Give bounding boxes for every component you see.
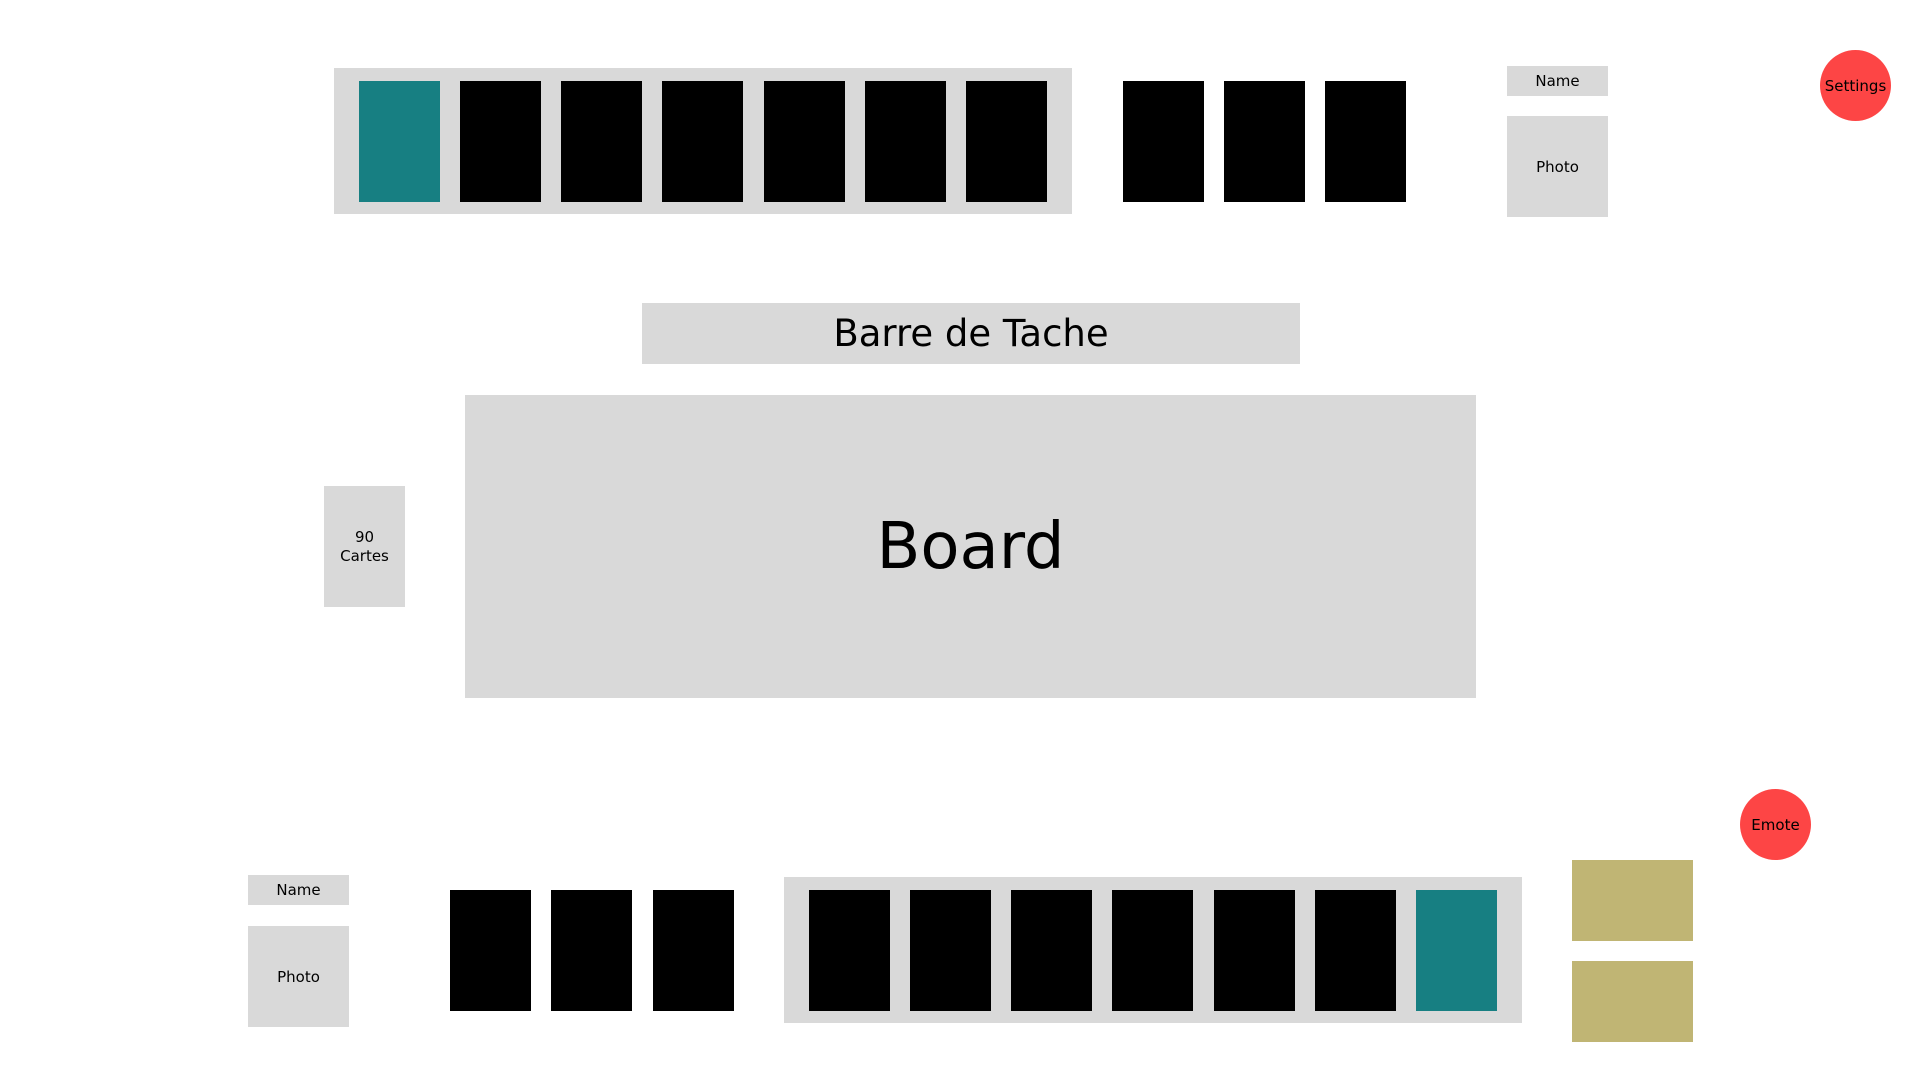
opponent-side-card[interactable]	[1123, 81, 1204, 202]
player-side-card[interactable]	[450, 890, 531, 1011]
game-board[interactable]: Board	[465, 395, 1476, 698]
player-hand-card[interactable]	[1011, 890, 1092, 1011]
player-hand-card[interactable]	[1315, 890, 1396, 1011]
opponent-hand-tray	[334, 68, 1072, 214]
opponent-hand-card[interactable]	[561, 81, 642, 202]
player-hand-card[interactable]	[809, 890, 890, 1011]
player-side-card[interactable]	[653, 890, 734, 1011]
opponent-hand-card[interactable]	[764, 81, 845, 202]
opponent-hand-card[interactable]	[865, 81, 946, 202]
player-name: Name	[248, 875, 349, 905]
player-side-card[interactable]	[551, 890, 632, 1011]
opponent-name: Name	[1507, 66, 1608, 96]
opponent-side-card[interactable]	[1325, 81, 1406, 202]
opponent-hand-card[interactable]	[662, 81, 743, 202]
deck-unit: Cartes	[340, 546, 389, 565]
emote-slot[interactable]	[1572, 961, 1693, 1042]
taskbar: Barre de Tache	[642, 303, 1300, 364]
deck-pile[interactable]: 90 Cartes	[324, 486, 405, 607]
emote-button[interactable]: Emote	[1740, 789, 1811, 860]
player-hand-card[interactable]	[910, 890, 991, 1011]
player-hand-card[interactable]	[1214, 890, 1295, 1011]
opponent-hand-card[interactable]	[460, 81, 541, 202]
emote-slot[interactable]	[1572, 860, 1693, 941]
opponent-hand-card[interactable]	[966, 81, 1047, 202]
player-hand-card[interactable]	[1112, 890, 1193, 1011]
settings-button[interactable]: Settings	[1820, 50, 1891, 121]
deck-count: 90	[354, 527, 375, 546]
player-hand-card-highlighted[interactable]	[1416, 890, 1497, 1011]
player-hand-tray	[784, 877, 1522, 1023]
player-photo: Photo	[248, 926, 349, 1027]
opponent-hand-card-highlighted[interactable]	[359, 81, 440, 202]
opponent-side-card[interactable]	[1224, 81, 1305, 202]
opponent-photo: Photo	[1507, 116, 1608, 217]
